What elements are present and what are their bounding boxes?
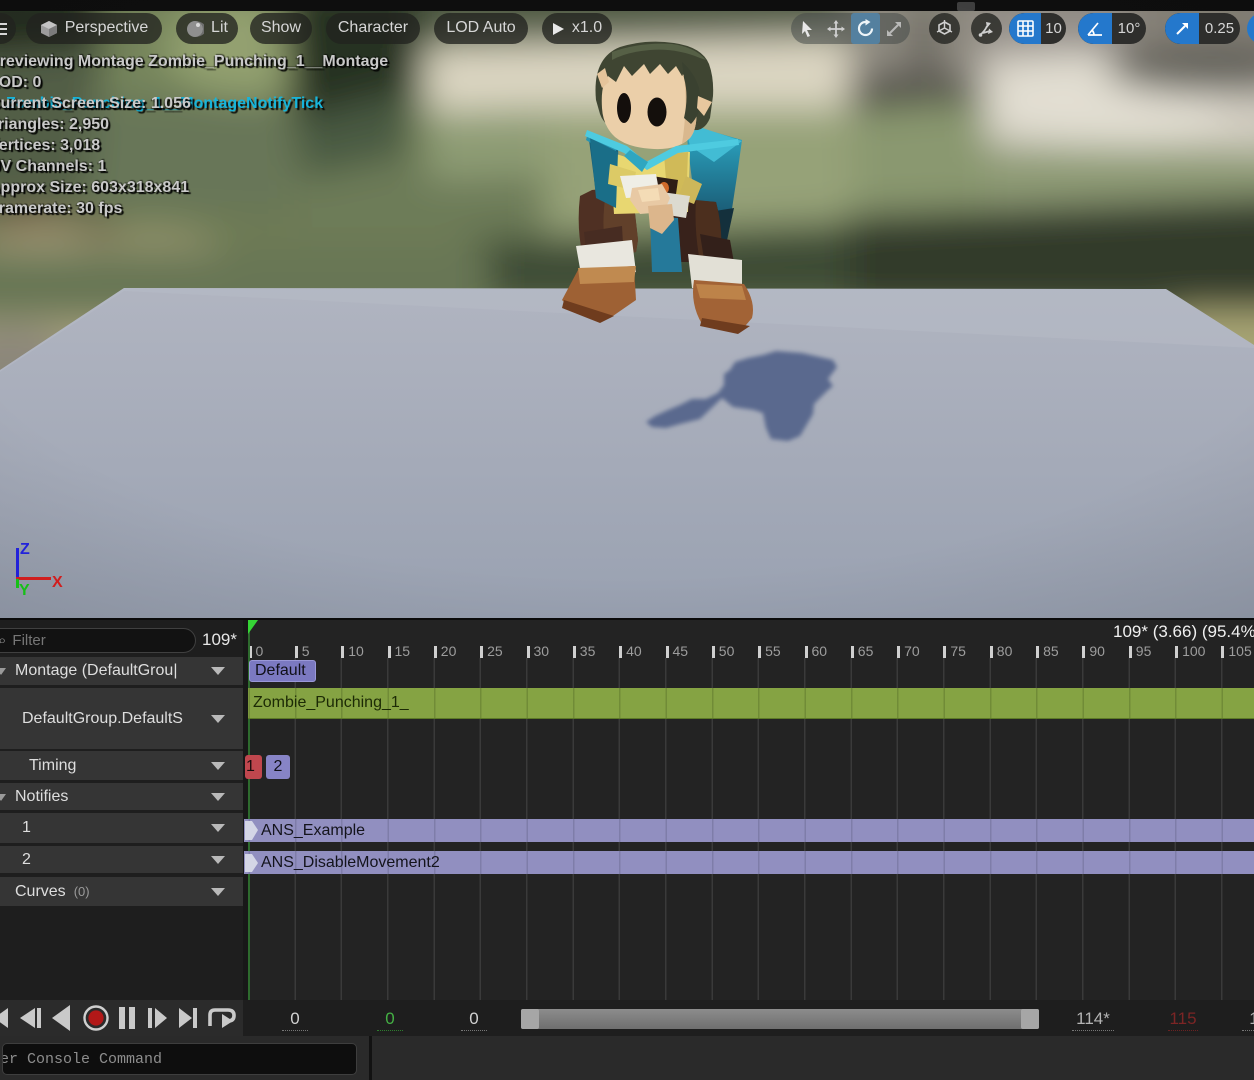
svg-text:X: X xyxy=(52,574,63,591)
svg-text:Z: Z xyxy=(20,541,30,558)
svg-text:Y: Y xyxy=(19,582,30,599)
